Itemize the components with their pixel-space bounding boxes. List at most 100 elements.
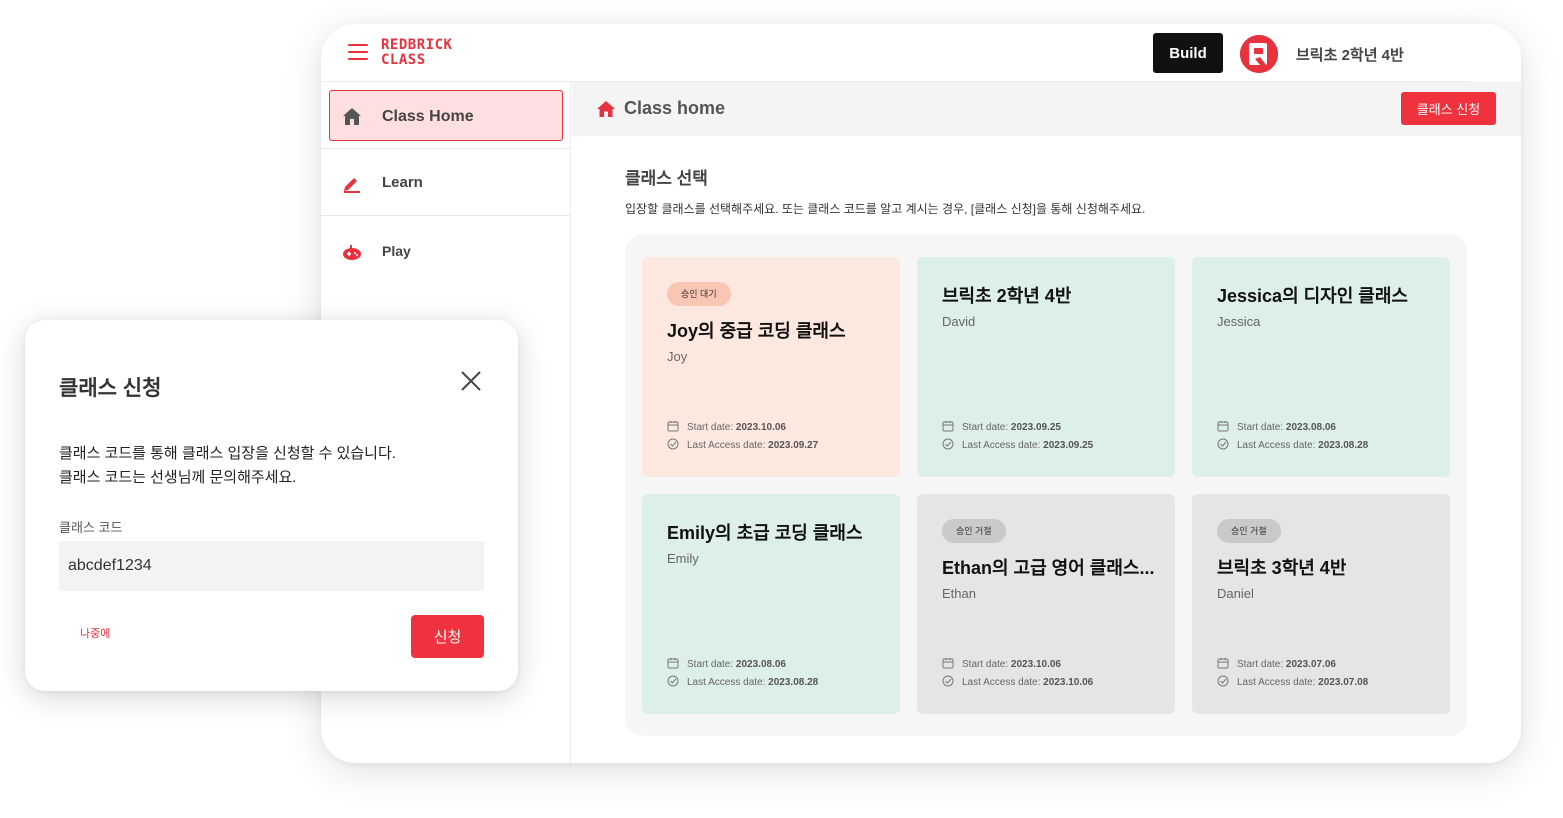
start-date: Start date: 2023.10.06 <box>667 420 786 433</box>
start-date-value: 2023.10.06 <box>735 422 786 433</box>
status-badge: 승인 거절 <box>942 519 1006 543</box>
card-title: Joy의 중급 코딩 클래스 <box>667 321 846 341</box>
check-circle-icon <box>667 675 679 687</box>
check-circle-icon <box>942 675 954 687</box>
last-access-value: 2023.10.06 <box>1043 677 1094 688</box>
card-teacher: Daniel <box>1217 586 1254 601</box>
start-date-value: 2023.07.06 <box>1285 659 1336 670</box>
start-date: Start date: 2023.08.06 <box>667 657 786 670</box>
sidebar-item-class-home[interactable]: Class Home <box>321 82 571 149</box>
page-title: Class home <box>624 98 726 118</box>
card-teacher: Jessica <box>1217 314 1261 329</box>
sidebar-item-label: Learn <box>382 174 423 191</box>
card-title: 브릭초 3학년 4반 <box>1217 558 1347 578</box>
top-bar: REDBRICK CLASS Build 브릭초 2학년 4반 <box>321 24 1471 82</box>
class-code-input[interactable] <box>59 541 484 591</box>
last-access-date: Last Access date: 2023.09.25 <box>942 438 1093 451</box>
brand-r-icon <box>1240 35 1278 73</box>
last-access-label: Last Access date: <box>687 677 769 688</box>
card-teacher: Ethan <box>942 586 976 601</box>
class-apply-button[interactable]: 클래스 신청 <box>1401 92 1496 125</box>
class-card-ethan[interactable]: 승인 거절 Ethan의 고급 영어 클래스... Ethan Start da… <box>917 494 1175 714</box>
class-card-joy[interactable]: 승인 대기 Joy의 중급 코딩 클래스 Joy Start date: 202… <box>642 257 900 477</box>
check-circle-icon <box>667 438 679 450</box>
calendar-icon <box>1217 658 1229 669</box>
card-title: Jessica의 디자인 클래스 <box>1217 286 1408 306</box>
later-button[interactable]: 나중에 <box>80 625 110 641</box>
start-date-value: 2023.08.06 <box>735 659 786 670</box>
modal-desc-line-1: 클래스 코드를 통해 클래스 입장을 신청할 수 있습니다. <box>59 445 396 462</box>
sidebar-item-label: Play <box>382 243 411 259</box>
gamepad-icon <box>343 245 361 260</box>
last-access-value: 2023.09.25 <box>1043 440 1094 451</box>
home-icon <box>597 101 615 117</box>
logo-line-1: REDBRICK <box>381 37 453 53</box>
pencil-icon <box>344 178 360 193</box>
user-name[interactable]: 브릭초 2학년 4반 <box>1296 44 1404 65</box>
last-access-date: Last Access date: 2023.08.28 <box>1217 438 1368 451</box>
modal-description: 클래스 코드를 통해 클래스 입장을 신청할 수 있습니다. 클래스 코드는 선… <box>59 442 396 490</box>
modal-title: 클래스 신청 <box>59 377 162 400</box>
status-badge: 승인 대기 <box>667 282 731 306</box>
start-date-label: Start date: <box>1237 659 1286 670</box>
check-circle-icon <box>1217 675 1229 687</box>
submit-button[interactable]: 신청 <box>411 615 484 658</box>
class-card-emily[interactable]: Emily의 초급 코딩 클래스 Emily Start date: 2023.… <box>642 494 900 714</box>
brand-logo[interactable]: REDBRICK CLASS <box>381 38 452 68</box>
close-icon[interactable] <box>459 369 483 393</box>
start-date: Start date: 2023.07.06 <box>1217 657 1336 670</box>
start-date: Start date: 2023.10.06 <box>942 657 1061 670</box>
class-card-jessica[interactable]: Jessica의 디자인 클래스 Jessica Start date: 202… <box>1192 257 1450 477</box>
modal-desc-line-2: 클래스 코드는 선생님께 문의해주세요. <box>59 469 297 486</box>
card-title: 브릭초 2학년 4반 <box>942 286 1072 306</box>
card-teacher: Emily <box>667 551 699 566</box>
calendar-icon <box>667 658 679 669</box>
last-access-label: Last Access date: <box>962 440 1044 451</box>
section-title: 클래스 선택 <box>625 169 708 188</box>
last-access-value: 2023.09.27 <box>768 440 819 451</box>
calendar-icon <box>942 658 954 669</box>
last-access-label: Last Access date: <box>687 440 769 451</box>
calendar-icon <box>667 421 679 432</box>
last-access-date: Last Access date: 2023.10.06 <box>942 675 1093 688</box>
build-button[interactable]: Build <box>1153 33 1223 73</box>
start-date-value: 2023.09.25 <box>1010 422 1061 433</box>
start-date-label: Start date: <box>687 659 736 670</box>
check-circle-icon <box>942 438 954 450</box>
card-teacher: Joy <box>667 349 688 364</box>
sidebar-item-label: Class Home <box>382 108 474 125</box>
card-title: Ethan의 고급 영어 클래스... <box>942 558 1155 578</box>
start-date: Start date: 2023.08.06 <box>1217 420 1336 433</box>
start-date-label: Start date: <box>962 422 1011 433</box>
start-date-value: 2023.08.06 <box>1285 422 1336 433</box>
last-access-value: 2023.08.28 <box>1318 440 1369 451</box>
sidebar-item-learn[interactable]: Learn <box>321 149 571 216</box>
last-access-value: 2023.08.28 <box>768 677 819 688</box>
card-teacher: David <box>942 314 976 329</box>
start-date-label: Start date: <box>962 659 1011 670</box>
sidebar-item-play[interactable]: Play <box>321 216 571 283</box>
avatar[interactable] <box>1240 35 1278 73</box>
start-date-value: 2023.10.06 <box>1010 659 1061 670</box>
section-description: 입장할 클래스를 선택해주세요. 또는 클래스 코드를 알고 계시는 경우, [… <box>625 202 1146 216</box>
last-access-date: Last Access date: 2023.08.28 <box>667 675 818 688</box>
content-header: Class home 클래스 신청 <box>572 82 1521 136</box>
class-card-brick-2-4[interactable]: 브릭초 2학년 4반 David Start date: 2023.09.25 … <box>917 257 1175 477</box>
class-code-label: 클래스 코드 <box>59 520 123 535</box>
calendar-icon <box>1217 421 1229 432</box>
check-circle-icon <box>1217 438 1229 450</box>
house-icon <box>343 108 361 125</box>
last-access-date: Last Access date: 2023.07.08 <box>1217 675 1368 688</box>
class-grid: 승인 대기 Joy의 중급 코딩 클래스 Joy Start date: 202… <box>625 234 1467 736</box>
last-access-value: 2023.07.08 <box>1318 677 1369 688</box>
calendar-icon <box>942 421 954 432</box>
start-date-label: Start date: <box>1237 422 1286 433</box>
main-content: Class home 클래스 신청 클래스 선택 입장할 클래스를 선택해주세요… <box>572 82 1521 763</box>
start-date: Start date: 2023.09.25 <box>942 420 1061 433</box>
logo-line-2: CLASS <box>381 52 426 68</box>
card-title: Emily의 초급 코딩 클래스 <box>667 523 863 543</box>
status-badge: 승인 거절 <box>1217 519 1281 543</box>
class-apply-modal: 클래스 신청 클래스 코드를 통해 클래스 입장을 신청할 수 있습니다. 클래… <box>25 320 518 691</box>
class-card-brick-3-4[interactable]: 승인 거절 브릭초 3학년 4반 Daniel Start date: 2023… <box>1192 494 1450 714</box>
hamburger-menu-icon[interactable] <box>348 44 368 60</box>
